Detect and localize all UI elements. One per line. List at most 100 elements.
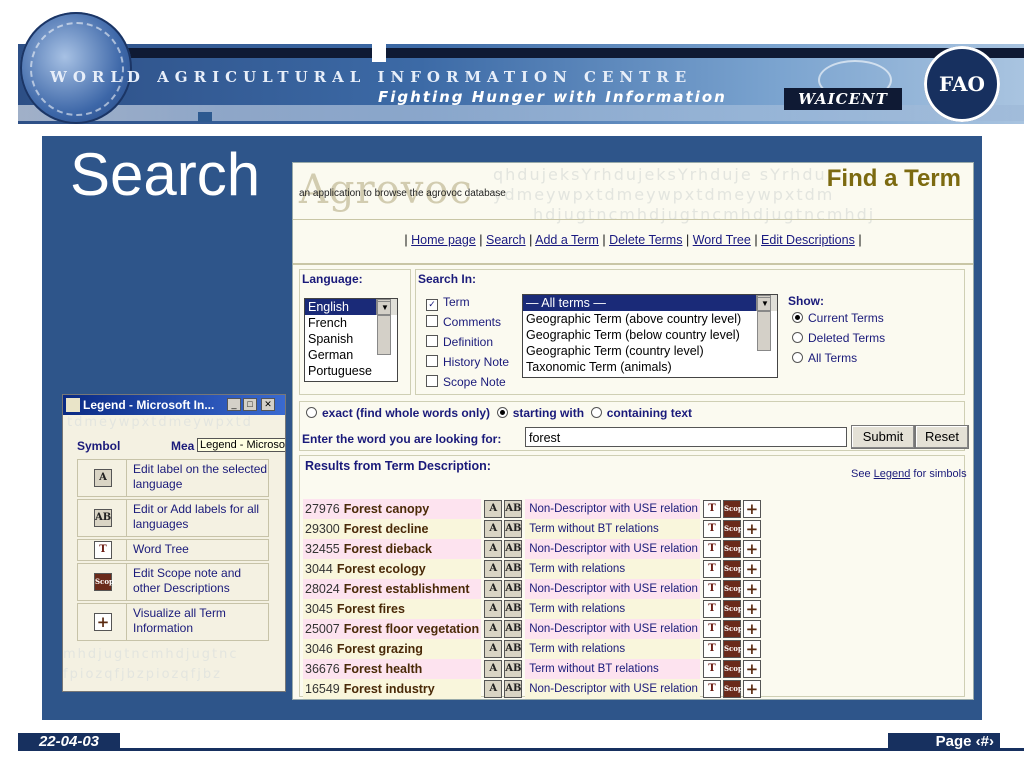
visualize-plus-icon[interactable]: + xyxy=(742,680,761,698)
term-name[interactable]: Forest ecology xyxy=(337,562,426,576)
edit-label-icon[interactable]: A xyxy=(484,620,503,638)
edit-label-icon[interactable]: A xyxy=(484,640,503,658)
visualize-plus-icon[interactable]: + xyxy=(742,540,761,558)
radio-icon[interactable] xyxy=(792,352,803,363)
term-name[interactable]: Forest decline xyxy=(344,522,429,536)
nav-word-tree[interactable]: Word Tree xyxy=(693,233,751,247)
nav-edit-descriptions[interactable]: Edit Descriptions xyxy=(761,233,855,247)
checkbox-icon[interactable] xyxy=(426,355,438,367)
language-select[interactable]: English French Spanish German Portuguese… xyxy=(304,298,398,382)
radio-icon[interactable] xyxy=(792,332,803,343)
scroll-thumb[interactable] xyxy=(757,311,771,351)
match-starting-with[interactable]: starting with xyxy=(513,406,584,420)
term-name[interactable]: Forest industry xyxy=(344,682,435,696)
scope-note-icon[interactable]: Scop xyxy=(722,560,743,578)
edit-all-labels-icon[interactable]: AB xyxy=(504,520,523,538)
radio-icon[interactable] xyxy=(306,407,317,418)
edit-all-labels-icon[interactable]: AB xyxy=(504,600,523,618)
term-name[interactable]: Forest canopy xyxy=(344,502,429,516)
maximize-icon[interactable]: □ xyxy=(243,398,257,411)
scope-note-icon[interactable]: Scop xyxy=(722,620,743,638)
scroll-thumb[interactable] xyxy=(377,315,391,355)
edit-all-labels-icon[interactable]: AB xyxy=(504,620,523,638)
submit-button[interactable]: Submit xyxy=(851,425,915,449)
edit-all-labels-icon[interactable]: AB xyxy=(504,560,523,578)
scope-note-icon[interactable]: Scop xyxy=(722,640,743,658)
edit-label-icon[interactable]: A xyxy=(484,520,503,538)
word-tree-icon[interactable]: T xyxy=(702,580,721,598)
scope-note-icon[interactable]: Scop xyxy=(722,500,743,518)
scope-note-icon[interactable]: Scop xyxy=(722,660,743,678)
nav-home[interactable]: Home page xyxy=(411,233,476,247)
search-input[interactable]: forest xyxy=(525,427,847,447)
radio-selected-icon[interactable] xyxy=(792,312,803,323)
edit-label-icon[interactable]: A xyxy=(484,660,503,678)
match-exact[interactable]: exact (find whole words only) xyxy=(322,406,490,420)
checkbox-checked-icon[interactable]: ✓ xyxy=(426,299,438,311)
show-all-terms[interactable]: All Terms xyxy=(792,348,885,368)
close-icon[interactable]: ✕ xyxy=(261,398,275,411)
edit-label-icon[interactable]: A xyxy=(484,560,503,578)
minimize-icon[interactable]: _ xyxy=(227,398,241,411)
term-name[interactable]: Forest establishment xyxy=(344,582,470,596)
term-type-option[interactable]: — All terms — xyxy=(523,295,777,311)
word-tree-icon[interactable]: T xyxy=(702,600,721,618)
show-deleted-terms[interactable]: Deleted Terms xyxy=(792,328,885,348)
checkbox-icon[interactable] xyxy=(426,335,438,347)
nav-delete-terms[interactable]: Delete Terms xyxy=(609,233,682,247)
scope-note-icon[interactable]: Scop xyxy=(722,540,743,558)
search-in-term[interactable]: ✓ Term xyxy=(426,292,509,312)
scroll-down-icon[interactable]: ▼ xyxy=(377,301,391,315)
term-name[interactable]: Forest grazing xyxy=(337,642,423,656)
nav-add-term[interactable]: Add a Term xyxy=(535,233,599,247)
word-tree-icon[interactable]: T xyxy=(702,680,721,698)
scrollbar[interactable]: ▲▼ xyxy=(756,295,777,351)
edit-all-labels-icon[interactable]: AB xyxy=(504,580,523,598)
edit-all-labels-icon[interactable]: AB xyxy=(504,540,523,558)
search-in-comments[interactable]: Comments xyxy=(426,312,509,332)
visualize-plus-icon[interactable]: + xyxy=(742,560,761,578)
term-name[interactable]: Forest health xyxy=(344,662,423,676)
nav-search[interactable]: Search xyxy=(486,233,526,247)
scrollbar[interactable]: ▲▼ xyxy=(376,299,397,355)
word-tree-icon[interactable]: T xyxy=(702,560,721,578)
edit-label-icon[interactable]: A xyxy=(484,500,503,518)
term-name[interactable]: Forest floor vegetation xyxy=(344,622,479,636)
term-name[interactable]: Forest dieback xyxy=(344,542,432,556)
visualize-plus-icon[interactable]: + xyxy=(742,660,761,678)
word-tree-icon[interactable]: T xyxy=(702,620,721,638)
edit-all-labels-icon[interactable]: AB xyxy=(504,680,523,698)
word-tree-icon[interactable]: T xyxy=(702,540,721,558)
word-tree-icon[interactable]: T xyxy=(702,520,721,538)
term-type-option[interactable]: Geographic Term (country level) xyxy=(523,343,777,359)
checkbox-icon[interactable] xyxy=(426,375,438,387)
term-type-option[interactable]: Geographic Term (above country level) xyxy=(523,311,777,327)
edit-label-icon[interactable]: A xyxy=(484,540,503,558)
reset-button[interactable]: Reset xyxy=(915,425,969,449)
scope-note-icon[interactable]: Scop xyxy=(722,600,743,618)
match-containing[interactable]: containing text xyxy=(607,406,692,420)
language-option[interactable]: Portuguese xyxy=(305,363,397,379)
visualize-plus-icon[interactable]: + xyxy=(742,520,761,538)
visualize-plus-icon[interactable]: + xyxy=(742,640,761,658)
term-type-select[interactable]: — All terms — Geographic Term (above cou… xyxy=(522,294,778,378)
edit-label-icon[interactable]: A xyxy=(484,680,503,698)
word-tree-icon[interactable]: T xyxy=(702,660,721,678)
term-type-option[interactable]: Taxonomic Term (animals) xyxy=(523,359,777,375)
edit-all-labels-icon[interactable]: AB xyxy=(504,660,523,678)
word-tree-icon[interactable]: T xyxy=(702,500,721,518)
visualize-plus-icon[interactable]: + xyxy=(742,580,761,598)
scope-note-icon[interactable]: Scop xyxy=(722,680,743,698)
edit-label-icon[interactable]: A xyxy=(484,600,503,618)
search-in-scope-note[interactable]: Scope Note xyxy=(426,372,509,392)
search-in-definition[interactable]: Definition xyxy=(426,332,509,352)
scope-note-icon[interactable]: Scop xyxy=(722,580,743,598)
radio-selected-icon[interactable] xyxy=(496,407,508,418)
show-current-terms[interactable]: Current Terms xyxy=(792,308,885,328)
edit-all-labels-icon[interactable]: AB xyxy=(504,640,523,658)
edit-all-labels-icon[interactable]: AB xyxy=(504,500,523,518)
visualize-plus-icon[interactable]: + xyxy=(742,500,761,518)
checkbox-icon[interactable] xyxy=(426,315,438,327)
visualize-plus-icon[interactable]: + xyxy=(742,600,761,618)
radio-icon[interactable] xyxy=(590,407,602,418)
